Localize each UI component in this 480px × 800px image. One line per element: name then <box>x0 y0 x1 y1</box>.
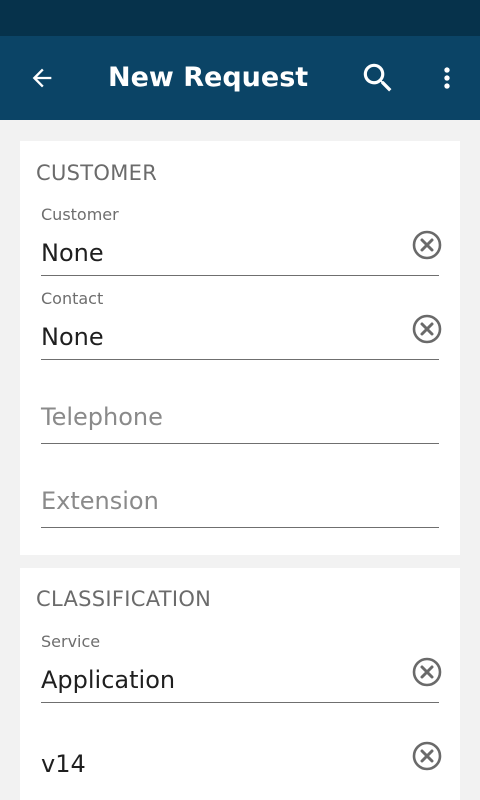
version-field[interactable]: v14 <box>41 738 442 788</box>
back-button[interactable] <box>22 58 62 98</box>
service-clear-button[interactable] <box>411 656 443 688</box>
customer-value[interactable]: None <box>41 239 104 267</box>
extension-field[interactable]: Extension <box>41 483 439 529</box>
contact-value[interactable]: None <box>41 323 104 351</box>
telephone-field[interactable]: Telephone <box>41 399 439 445</box>
customer-label: Customer <box>41 205 119 224</box>
contact-underline <box>41 359 439 360</box>
app-bar: New Request <box>0 36 480 120</box>
classification-card: CLASSIFICATION Service Application v14 <box>20 568 460 800</box>
extension-underline <box>41 527 439 528</box>
telephone-underline <box>41 443 439 444</box>
extension-placeholder[interactable]: Extension <box>41 487 159 515</box>
contact-clear-button[interactable] <box>411 313 443 345</box>
status-bar <box>0 0 480 36</box>
more-options-button[interactable] <box>430 58 464 98</box>
customer-card: CUSTOMER Customer None Contact None Tele… <box>20 141 460 555</box>
service-label: Service <box>41 632 101 651</box>
service-value[interactable]: Application <box>41 666 175 694</box>
contact-field[interactable]: Contact None <box>41 287 442 361</box>
clear-circle-icon <box>412 741 442 771</box>
clear-circle-icon <box>412 657 442 687</box>
customer-underline <box>41 275 439 276</box>
telephone-placeholder[interactable]: Telephone <box>41 403 163 431</box>
customer-section-header: CUSTOMER <box>36 161 158 185</box>
clear-circle-icon <box>412 230 442 260</box>
service-field[interactable]: Service Application <box>41 630 442 704</box>
search-icon <box>363 63 392 92</box>
clear-circle-icon <box>412 314 442 344</box>
contact-label: Contact <box>41 289 104 308</box>
arrow-left-icon <box>32 68 52 88</box>
customer-clear-button[interactable] <box>411 229 443 261</box>
version-clear-button[interactable] <box>411 740 443 772</box>
service-underline <box>41 702 439 703</box>
customer-field[interactable]: Customer None <box>41 203 442 277</box>
page-title: New Request <box>108 62 309 93</box>
search-button[interactable] <box>356 56 400 100</box>
more-vert-icon <box>444 67 450 89</box>
version-value[interactable]: v14 <box>41 750 86 778</box>
classification-section-header: CLASSIFICATION <box>36 587 212 611</box>
